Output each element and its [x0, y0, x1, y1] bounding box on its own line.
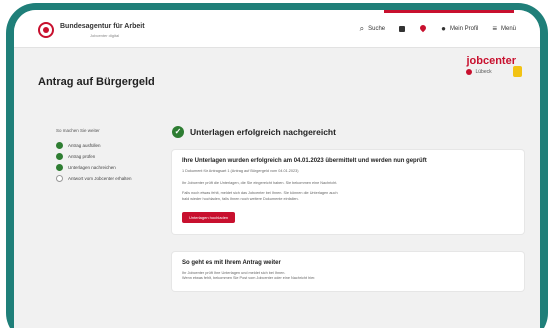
step-item[interactable]: Antwort vom Jobcenter erhalten: [56, 173, 166, 184]
step-done-icon: [56, 164, 63, 171]
browser-screen: Bundesagentur für Arbeit Jobcenter digit…: [14, 10, 540, 328]
notifications-button[interactable]: [419, 25, 427, 33]
jobcenter-city: Lübeck: [475, 69, 492, 75]
main-content: ✓ Unterlagen erfolgreich nachgereicht Ih…: [172, 126, 524, 292]
grid-icon: [399, 26, 406, 32]
device-frame: Bundesagentur für Arbeit Jobcenter digit…: [0, 0, 554, 328]
city-crest-icon: [513, 66, 522, 77]
apps-button[interactable]: [399, 26, 406, 32]
step-done-icon: [56, 142, 63, 149]
profile-link[interactable]: ● Mein Profil: [441, 25, 478, 33]
search-link[interactable]: ⌕ Suche: [360, 25, 386, 33]
step-item[interactable]: Antrag prüfen: [56, 151, 166, 162]
header-nav: ⌕ Suche ● Mein Profil ≡ Menü: [360, 20, 516, 38]
menu-icon: ≡: [492, 24, 497, 33]
next-step-line: Wenn etwas fehlt, bekommen Sie Post vom …: [182, 276, 316, 281]
agency-name[interactable]: Bundesagentur für Arbeit: [60, 23, 145, 30]
success-heading: ✓ Unterlagen erfolgreich nachgereicht: [172, 126, 524, 138]
user-icon: ●: [441, 24, 446, 33]
jobcenter-mark-icon: [466, 69, 473, 75]
notification-icon: [419, 25, 427, 33]
step-label: Antrag prüfen: [68, 154, 96, 159]
success-title: Unterlagen erfolgreich nachgereicht: [190, 127, 336, 137]
next-steps-card: So geht es mit Ihrem Antrag weiter Ihr J…: [172, 251, 524, 292]
site-header: Bundesagentur für Arbeit Jobcenter digit…: [14, 10, 540, 48]
search-icon: ⌕: [359, 24, 365, 33]
info-paragraph: bald wieder hochladen, falls Ihnen noch …: [182, 196, 299, 201]
confirmation-card: Ihre Unterlagen wurden erfolgreich am 04…: [172, 150, 524, 234]
step-label: Unterlagen nachreichen: [68, 165, 116, 170]
agency-subtitle: Jobcenter digital: [90, 33, 120, 38]
progress-steps: So machen Sie weiter Antrag ausfüllen An…: [56, 128, 166, 184]
header-accent-strip: [384, 10, 514, 13]
jobcenter-city-row: Lübeck: [466, 69, 516, 75]
page-title: Antrag auf Bürgergeld: [38, 76, 155, 88]
menu-label: Menü: [500, 26, 516, 32]
step-label: Antwort vom Jobcenter erhalten: [68, 176, 132, 181]
check-icon: ✓: [172, 126, 184, 138]
jobcenter-logo: jobcenter Lübeck: [466, 55, 522, 77]
steps-heading: So machen Sie weiter: [56, 128, 100, 133]
step-item[interactable]: Unterlagen nachreichen: [56, 162, 166, 173]
step-open-icon: [56, 175, 63, 182]
step-label: Antrag ausfüllen: [68, 143, 101, 148]
menu-button[interactable]: ≡ Menü: [492, 25, 516, 33]
step-item[interactable]: Antrag ausfüllen: [56, 140, 166, 151]
upload-documents-button[interactable]: Unterlagen hochladen: [182, 211, 236, 223]
search-label: Suche: [368, 26, 386, 32]
step-done-icon: [56, 153, 63, 160]
jobcenter-name: jobcenter: [466, 55, 516, 67]
agency-logo-icon[interactable]: [38, 22, 54, 38]
profile-label: Mein Profil: [449, 26, 479, 32]
